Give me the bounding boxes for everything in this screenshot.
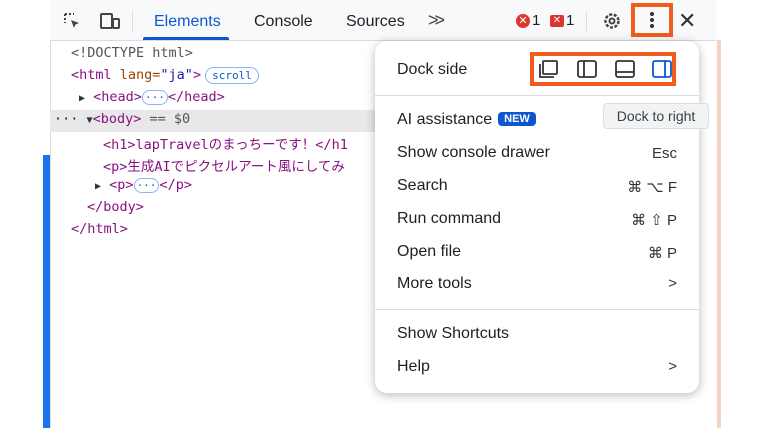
- collapsed-content-badge[interactable]: ···: [141, 90, 168, 105]
- tab-console[interactable]: Console: [254, 13, 313, 31]
- scroll-badge[interactable]: scroll: [205, 67, 259, 84]
- submenu-chevron-icon: >: [668, 358, 677, 375]
- html-close-node[interactable]: </html>: [71, 221, 128, 237]
- device-toolbar-icon[interactable]: [99, 10, 121, 32]
- shortcut-label: Esc: [651, 145, 677, 162]
- expand-triangle-icon: ▶: [79, 93, 86, 104]
- issues-count: 1: [566, 12, 575, 29]
- toolbar-separator: [132, 11, 133, 31]
- customize-devtools-menu: Dock side AI assistance NEW Show console …: [375, 41, 699, 393]
- issues-counter[interactable]: ✕ 1: [550, 12, 574, 29]
- dock-to-right-tooltip: Dock to right: [603, 103, 709, 129]
- error-icon: ✕: [516, 13, 530, 28]
- dock-left-icon[interactable]: [577, 60, 597, 78]
- p-node-2[interactable]: ▶ <p> ··· </p>: [95, 177, 192, 193]
- active-tab-indicator: [143, 37, 229, 40]
- kebab-menu-icon: [650, 12, 654, 28]
- page-edge-blue-bottom: [43, 243, 50, 428]
- collapsed-content-badge[interactable]: ···: [133, 178, 160, 193]
- row-actions-icon: ···: [54, 111, 79, 127]
- inspect-element-icon[interactable]: [61, 10, 83, 32]
- more-tabs-icon[interactable]: >>: [428, 10, 445, 31]
- menu-divider: [375, 309, 699, 310]
- devtools-toolbar: Elements Console Sources >> ✕ 1 ✕ 1 ✕: [50, 0, 716, 41]
- body-node[interactable]: ··· ▼<body> == $0: [54, 111, 190, 127]
- menu-divider: [375, 95, 699, 96]
- undock-icon[interactable]: [538, 60, 558, 78]
- expand-triangle-icon: ▶: [95, 181, 102, 192]
- tab-sources[interactable]: Sources: [346, 13, 405, 31]
- shortcut-label: ⌘ P: [647, 245, 677, 262]
- submenu-chevron-icon: >: [668, 275, 677, 292]
- html-node[interactable]: <html lang="ja"> scroll: [71, 67, 259, 84]
- doctype-node[interactable]: <!DOCTYPE html>: [71, 45, 193, 61]
- head-node[interactable]: ▶ <head> ··· </head>: [79, 89, 225, 105]
- p-node-1[interactable]: <p>生成AIでピクセルアート風にしてみ: [103, 155, 345, 175]
- dock-bottom-icon[interactable]: [615, 60, 635, 78]
- dock-right-icon[interactable]: [652, 60, 672, 78]
- issue-icon: ✕: [550, 14, 564, 27]
- errors-counter[interactable]: ✕ 1: [516, 12, 540, 29]
- customize-menu-button[interactable]: [631, 3, 673, 37]
- h1-node[interactable]: <h1>lapTravelのまっちーです！</h1: [103, 133, 348, 153]
- toolbar-separator-2: [586, 11, 587, 31]
- page-edge-blue-top: [43, 155, 50, 243]
- close-devtools-icon[interactable]: ✕: [678, 8, 696, 34]
- body-close-node[interactable]: </body>: [87, 199, 144, 215]
- shortcut-label: ⌘ ⌥ F: [627, 179, 677, 196]
- shortcut-label: ⌘ ⇧ P: [631, 212, 677, 229]
- tab-elements[interactable]: Elements: [154, 13, 221, 31]
- errors-count: 1: [532, 12, 541, 29]
- new-badge: NEW: [498, 112, 536, 126]
- dock-side-label: Dock side: [397, 61, 468, 78]
- settings-gear-icon[interactable]: [601, 10, 623, 32]
